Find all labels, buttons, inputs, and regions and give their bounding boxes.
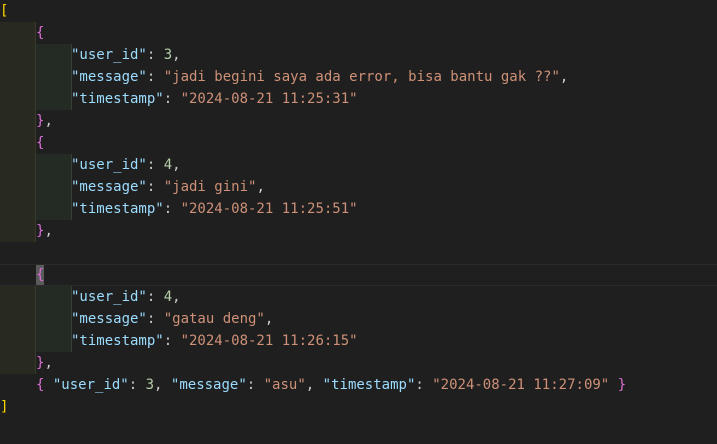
code-line[interactable]: "message": "jadi gini", <box>0 176 717 198</box>
code-line[interactable]: }, <box>0 220 717 242</box>
key-value-pair: "timestamp": "2024-08-21 11:26:15" <box>71 330 358 352</box>
key-value-pair: "user_id": 3, <box>71 44 181 66</box>
json-key: "timestamp" <box>71 201 164 217</box>
code-line[interactable]: "user_id": 4, <box>0 154 717 176</box>
json-key: "user_id" <box>52 377 129 393</box>
brace: } <box>617 377 627 393</box>
code-line-current[interactable]: { <box>0 264 717 286</box>
json-number: 4 <box>163 157 173 173</box>
colon: : <box>163 91 181 107</box>
comma: , <box>44 113 53 129</box>
json-key: "user_id" <box>71 289 147 305</box>
key-value-pair: "user_id": 4, <box>71 154 181 176</box>
text-cursor: { <box>36 265 45 285</box>
key-value-pair: "message": "jadi begini saya ada error, … <box>71 66 568 88</box>
inline-object: { "user_id": 3, "message": "asu", "times… <box>36 374 626 396</box>
json-string: "2024-08-21 11:27:09" <box>432 377 610 393</box>
comma: , <box>172 47 181 63</box>
close-object-brace: }, <box>36 352 53 374</box>
key-value-pair: "message": "gatau deng", <box>71 308 273 330</box>
code-line[interactable]: "user_id": 4, <box>0 286 717 308</box>
open-object-brace: { <box>36 135 45 151</box>
json-key: "user_id" <box>71 47 147 63</box>
comma: , <box>256 179 265 195</box>
json-key: "message" <box>71 179 147 195</box>
close-object-brace: }, <box>36 110 53 132</box>
comma: , <box>44 355 53 371</box>
colon: : <box>146 47 164 63</box>
comma: , <box>264 311 274 327</box>
code-line[interactable]: "message": "jadi begini saya ada error, … <box>0 66 717 88</box>
json-key: "timestamp" <box>71 333 164 349</box>
json-string: "2024-08-21 11:26:15" <box>180 333 358 349</box>
json-string: "asu" <box>263 377 306 393</box>
json-key: "timestamp" <box>71 91 164 107</box>
code-line[interactable]: { <box>0 132 717 154</box>
open-object-brace: { <box>36 25 45 41</box>
open-object-brace: { <box>36 265 45 285</box>
comma: , <box>559 69 569 85</box>
comma: , <box>172 157 181 173</box>
code-line[interactable]: "timestamp": "2024-08-21 11:25:51" <box>0 198 717 220</box>
code-line[interactable]: "user_id": 3, <box>0 44 717 66</box>
json-key: "message" <box>71 311 147 327</box>
json-number: 3 <box>163 47 173 63</box>
key-value-pair: "timestamp": "2024-08-21 11:25:51" <box>71 198 358 220</box>
colon: : <box>146 311 164 327</box>
comma: , <box>172 289 181 305</box>
key-value-pair: "user_id": 4, <box>71 286 181 308</box>
code-line[interactable]: "message": "gatau deng", <box>0 308 717 330</box>
key-value-pair: "message": "jadi gini", <box>71 176 265 198</box>
colon: : <box>415 377 433 393</box>
code-line[interactable]: [ <box>0 0 717 22</box>
colon: : <box>163 333 181 349</box>
comma: , <box>44 223 53 239</box>
json-number: 3 <box>145 377 155 393</box>
json-number: 4 <box>163 289 173 305</box>
colon: : <box>146 69 164 85</box>
code-line[interactable]: { "user_id": 3, "message": "asu", "times… <box>0 374 717 396</box>
json-key: "message" <box>170 377 247 393</box>
comma: , <box>154 377 163 393</box>
code-line[interactable]: }, <box>0 110 717 132</box>
code-line[interactable]: ] <box>0 396 717 418</box>
json-key: "user_id" <box>71 157 147 173</box>
colon: : <box>163 201 181 217</box>
open-array-bracket: [ <box>0 3 9 19</box>
json-string: "2024-08-21 11:25:31" <box>180 91 358 107</box>
colon: : <box>128 377 146 393</box>
close-array-bracket: ] <box>0 399 9 415</box>
code-line[interactable]: "timestamp": "2024-08-21 11:26:15" <box>0 330 717 352</box>
colon: : <box>146 289 164 305</box>
json-string: "jadi gini" <box>163 179 257 195</box>
json-string: "2024-08-21 11:25:51" <box>180 201 358 217</box>
code-line[interactable]: "timestamp": "2024-08-21 11:25:31" <box>0 88 717 110</box>
brace: { <box>36 377 45 393</box>
code-line[interactable]: { <box>0 22 717 44</box>
colon: : <box>146 157 164 173</box>
key-value-pair: "timestamp": "2024-08-21 11:25:31" <box>71 88 358 110</box>
json-string: "gatau deng" <box>163 311 265 327</box>
json-key: "timestamp" <box>322 377 416 393</box>
colon: : <box>246 377 264 393</box>
colon: : <box>146 179 164 195</box>
code-editor[interactable]: [ { "user_id": 3, "message": "jadi begin… <box>0 0 717 444</box>
close-object-brace: }, <box>36 220 53 242</box>
comma: , <box>305 377 315 393</box>
code-line[interactable]: }, <box>0 352 717 374</box>
json-key: "message" <box>71 69 147 85</box>
json-string: "jadi begini saya ada error, bisa bantu … <box>163 69 560 85</box>
